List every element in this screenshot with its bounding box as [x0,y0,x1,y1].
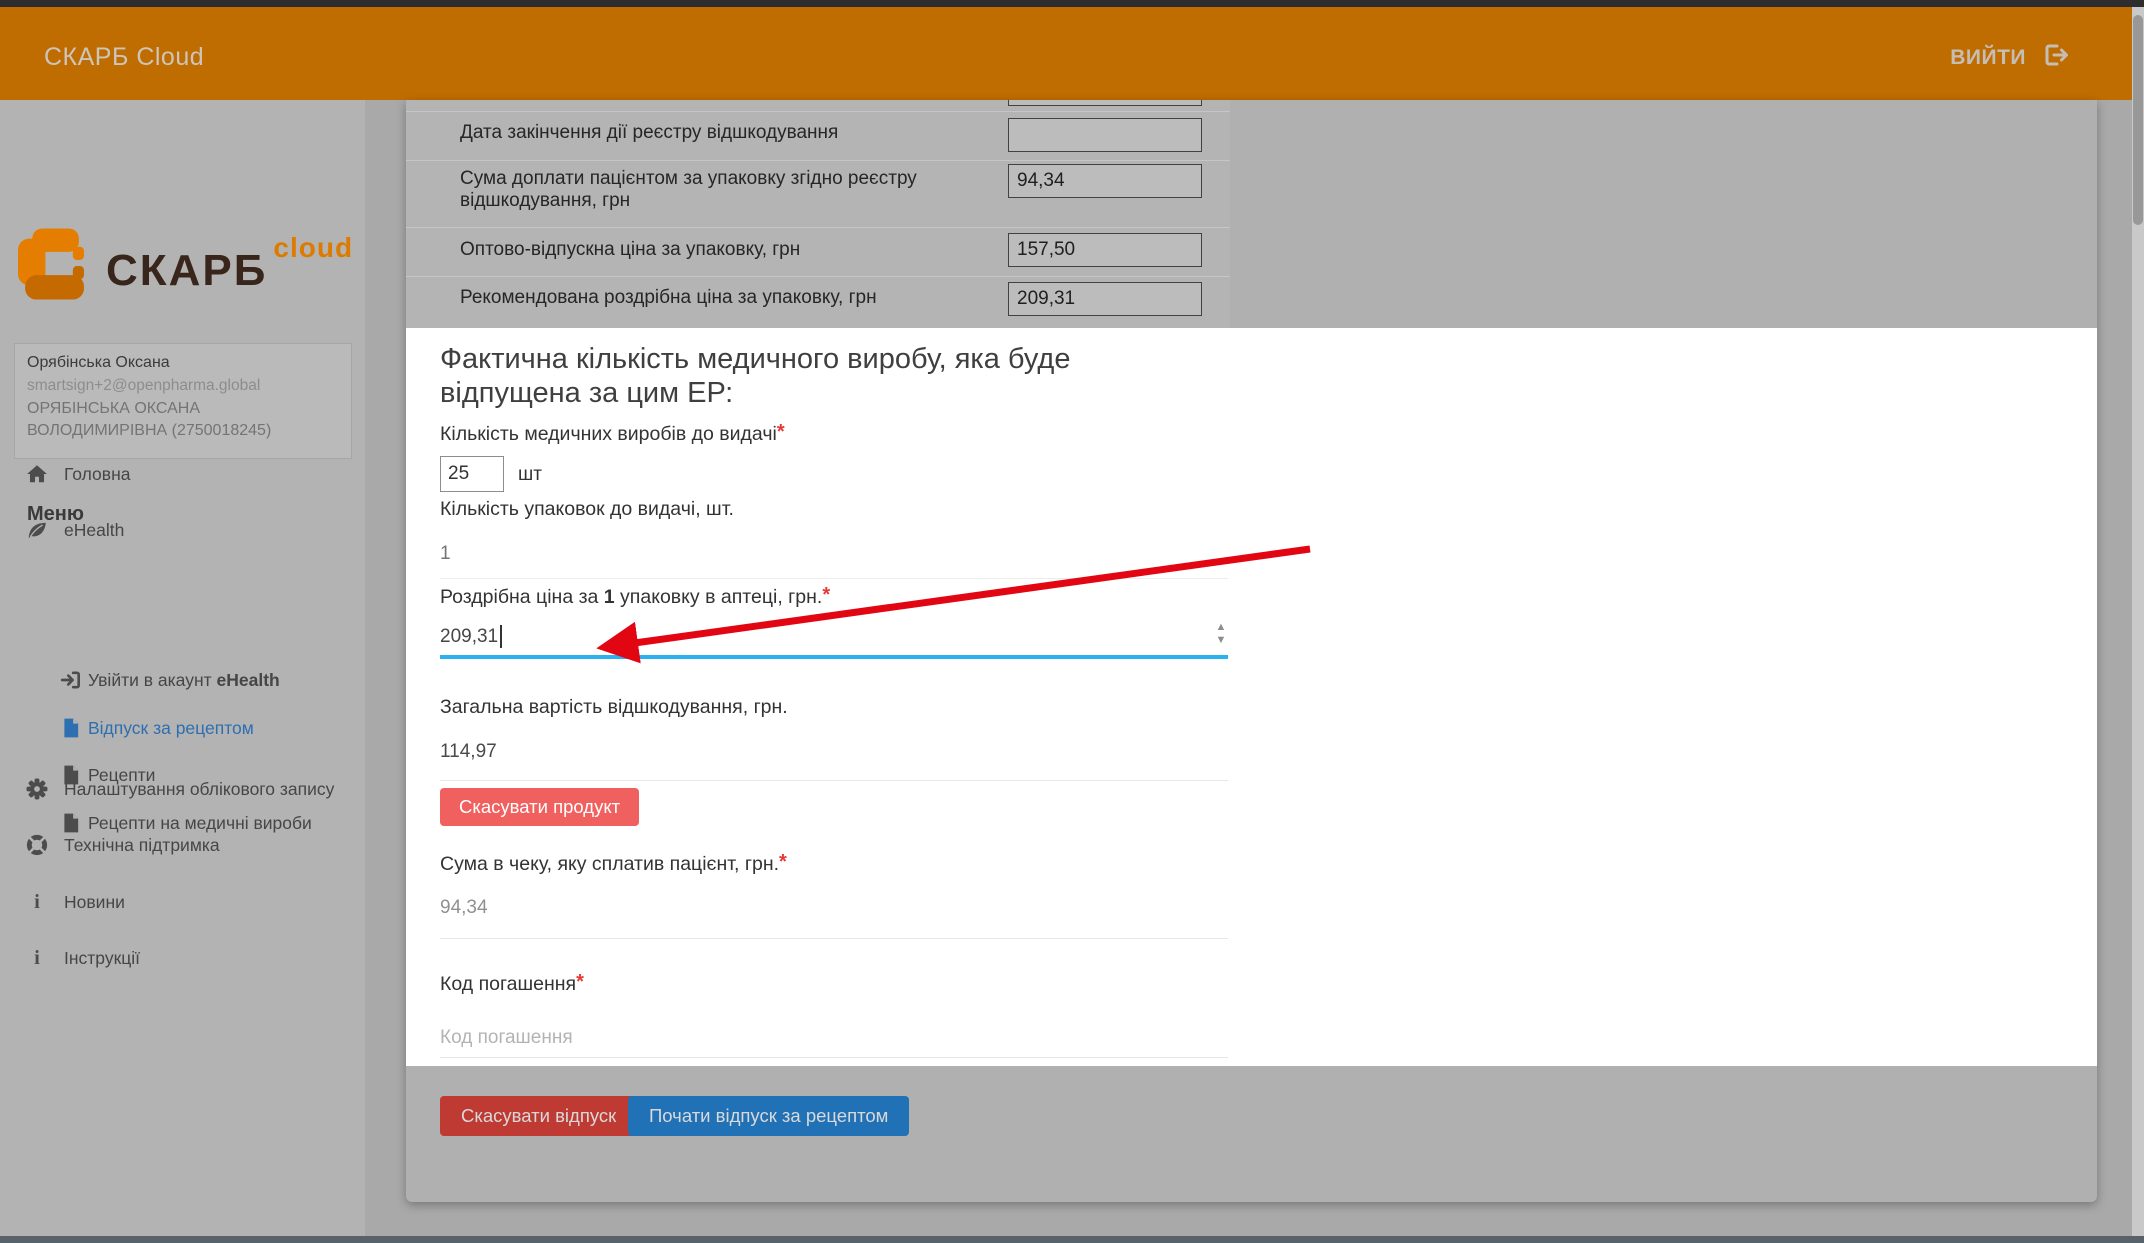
logo-suffix: cloud [273,232,353,264]
form-title-line1: Фактична кількість медичного виробу, яка… [440,342,1070,376]
start-dispense-button[interactable]: Почати відпуск за рецептом [628,1096,909,1136]
sidebar-item-instructions[interactable]: i Інструкції [26,947,140,969]
logo-brand: СКАРБ [106,246,267,296]
total-value: 114,97 [440,741,497,763]
sidebar-item-label: Рецепти на медичні вироби [88,813,312,834]
required-marker: * [822,584,830,606]
clipped-input[interactable] [1008,100,1202,106]
sidebar-item-label: Технічна підтримка [64,835,220,856]
receipt-sum-label: Сума в чеку, яку сплатив пацієнт, грн.* [440,851,787,876]
total-label: Загальна вартість відшкодування, грн. [440,696,788,719]
file-icon [60,717,82,739]
info-icon: i [26,947,48,969]
sidebar-item-label: Інструкції [64,948,140,969]
sidebar-item-label: eHealth [64,520,124,541]
logo[interactable]: СКАРБ cloud [18,228,353,305]
sidebar-item-label: Увійти в акаунт eHealth [88,670,280,691]
sidebar: СКАРБ cloud Орябінська Оксана smartsign+… [0,100,365,1236]
registry-end-date-input[interactable] [1008,118,1202,152]
user-email: smartsign+2@openpharma.global [27,377,339,395]
focused-input-underline [440,655,1228,659]
cancel-dispense-button[interactable]: Скасувати відпуск [440,1096,637,1136]
home-icon [26,463,48,485]
redemption-code-label: Код погашення* [440,971,584,996]
logout-button[interactable]: ВИЙТИ [1950,43,2070,72]
table-row-label: Дата закінчення дії реєстру відшкодуванн… [460,122,940,144]
logo-glyph-icon [18,228,84,305]
table-row-label: Сума доплати пацієнтом за упаковку згідн… [460,168,940,212]
required-marker: * [576,971,584,993]
sidebar-item-account-settings[interactable]: Налаштування облікового запису [26,778,334,800]
wholesale-price-input[interactable] [1008,233,1202,267]
sidebar-item-ehealth[interactable]: eHealth [26,519,124,541]
sidebar-item-news[interactable]: i Новини [26,891,125,913]
life-ring-icon [26,834,48,856]
cancel-product-button[interactable]: Скасувати продукт [440,788,639,826]
scrollbar-thumb[interactable] [2133,15,2143,225]
sidebar-item-label: Відпуск за рецептом [88,718,254,739]
logout-label: ВИЙТИ [1950,46,2026,70]
vertical-scrollbar[interactable] [2132,7,2144,1243]
actual-quantity-form: Фактична кількість медичного виробу, яка… [406,328,2097,1066]
sidebar-item-dispense-by-prescription[interactable]: Відпуск за рецептом [60,717,254,739]
redemption-code-input[interactable] [440,1018,1228,1058]
sidebar-item-label: Налаштування облікового запису [64,779,334,800]
retail-price-input[interactable]: 209,31 [440,625,502,648]
user-legal-name-line2: ВОЛОДИМИРІВНА (2750018245) [27,422,339,440]
browser-top-strip [0,0,2144,7]
product-details-table: Дата закінчення дії реєстру відшкодуванн… [406,100,1230,328]
recommended-retail-price-input[interactable] [1008,282,1202,316]
patient-surcharge-input[interactable] [1008,164,1202,198]
content-card: Дата закінчення дії реєстру відшкодуванн… [406,100,2097,1202]
user-legal-name-line1: ОРЯБІНСЬКА ОКСАНА [27,400,339,418]
sidebar-item-ehealth-login[interactable]: Увійти в акаунт eHealth [60,669,280,691]
leaf-icon [26,519,48,541]
app-title: СКАРБ Cloud [44,43,204,72]
table-row-label: Рекомендована роздрібна ціна за упаковку… [460,287,940,309]
receipt-sum-value: 94,34 [440,897,488,919]
gear-icon [26,778,48,800]
sign-out-icon [2044,43,2070,72]
sidebar-item-label: Головна [64,464,131,485]
user-display-name: Орябінська Оксана [27,354,339,372]
qty-input[interactable] [440,456,504,492]
sign-in-icon [60,669,82,691]
text-cursor [500,625,502,648]
file-icon [60,812,82,834]
packs-label: Кількість упаковок до видачі, шт. [440,498,734,521]
sidebar-item-tech-support[interactable]: Технічна підтримка [26,834,220,856]
required-marker: * [777,421,785,443]
bottom-strip [0,1236,2144,1243]
form-title-line2: відпущена за цим ЕР: [440,376,733,410]
qty-unit: шт [518,464,542,486]
required-marker: * [779,851,787,873]
stepper-up-icon: ▲ [1216,621,1227,634]
app-header: СКАРБ Cloud ВИЙТИ [0,7,2136,100]
sidebar-item-medical-device-prescriptions[interactable]: Рецепти на медичні вироби [60,812,312,834]
info-icon: i [26,891,48,913]
table-row-label: Оптово-відпускна ціна за упаковку, грн [460,239,940,261]
number-stepper[interactable]: ▲▼ [1212,621,1230,647]
packs-value: 1 [440,543,451,565]
user-info-box: Орябінська Оксана smartsign+2@openpharma… [14,343,352,459]
qty-label: Кількість медичних виробів до видачі* [440,421,785,446]
sidebar-item-home[interactable]: Головна [26,463,131,485]
sidebar-item-label: Новини [64,892,125,913]
stepper-down-icon: ▼ [1216,634,1227,647]
retail-price-label: Роздрібна ціна за 1 упаковку в аптеці, г… [440,584,830,609]
